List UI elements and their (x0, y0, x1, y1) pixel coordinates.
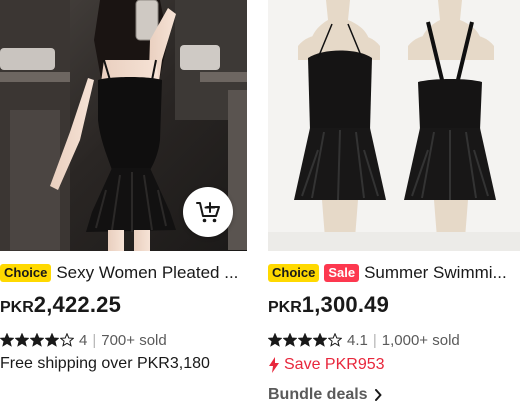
black-swim-dress-on-mannequins-photo (268, 0, 520, 251)
star-icon (328, 333, 342, 347)
product-card-1[interactable]: Choice Sexy Women Pleated ... PKR 2,422.… (0, 0, 247, 373)
price: PKR 2,422.25 (0, 292, 247, 322)
bundle-deals-label: Bundle deals (268, 386, 368, 403)
star-icon (45, 333, 59, 347)
star-icon (60, 333, 74, 347)
star-icon (313, 333, 327, 347)
product-title-row[interactable]: Choice Sale Summer Swimmi... (268, 262, 520, 284)
sold-count: 700+ sold (101, 331, 167, 349)
add-to-cart-icon (196, 202, 220, 223)
product-title[interactable]: Summer Swimmi... (364, 263, 507, 283)
save-info: Save PKR953 (268, 354, 520, 376)
star-icon (283, 333, 297, 347)
rating-stars (268, 333, 342, 347)
rating-row: 4 | 700+ sold (0, 330, 247, 350)
shipping-info: Free shipping over PKR3,180 (0, 355, 210, 372)
choice-badge: Choice (0, 264, 52, 282)
rating-value: 4 (79, 331, 88, 349)
product-card-2[interactable]: Choice Sale Summer Swimmi... PKR 1,300.4… (268, 0, 520, 403)
price-currency: PKR (268, 299, 302, 316)
rating-stars (0, 333, 74, 347)
divider: | (372, 331, 377, 349)
product-image-2[interactable] (268, 0, 520, 251)
star-icon (0, 333, 14, 347)
rating-row: 4.1 | 1,000+ sold (268, 330, 520, 350)
product-grid: Choice Sexy Women Pleated ... PKR 2,422.… (0, 0, 527, 403)
product-title-row[interactable]: Choice Sexy Women Pleated ... (0, 262, 247, 284)
star-icon (268, 333, 282, 347)
bundle-deals-link[interactable]: Bundle deals (268, 384, 520, 403)
product-title[interactable]: Sexy Women Pleated ... (56, 263, 238, 283)
price-amount: 2,422.25 (33, 292, 122, 317)
add-to-cart-button[interactable] (183, 187, 233, 237)
divider: | (92, 331, 97, 349)
chevron-right-icon (374, 389, 382, 401)
star-icon (298, 333, 312, 347)
price-amount: 1,300.49 (301, 292, 390, 317)
product-image-1[interactable] (0, 0, 247, 251)
choice-badge: Choice (268, 264, 320, 282)
star-icon (30, 333, 44, 347)
sold-count: 1,000+ sold (381, 331, 460, 349)
star-icon (15, 333, 29, 347)
rating-value: 4.1 (347, 331, 368, 349)
sale-badge: Sale (324, 264, 360, 282)
lightning-icon (269, 357, 279, 373)
price: PKR 1,300.49 (268, 292, 520, 322)
price-currency: PKR (0, 299, 34, 316)
save-amount: Save PKR953 (284, 356, 385, 373)
